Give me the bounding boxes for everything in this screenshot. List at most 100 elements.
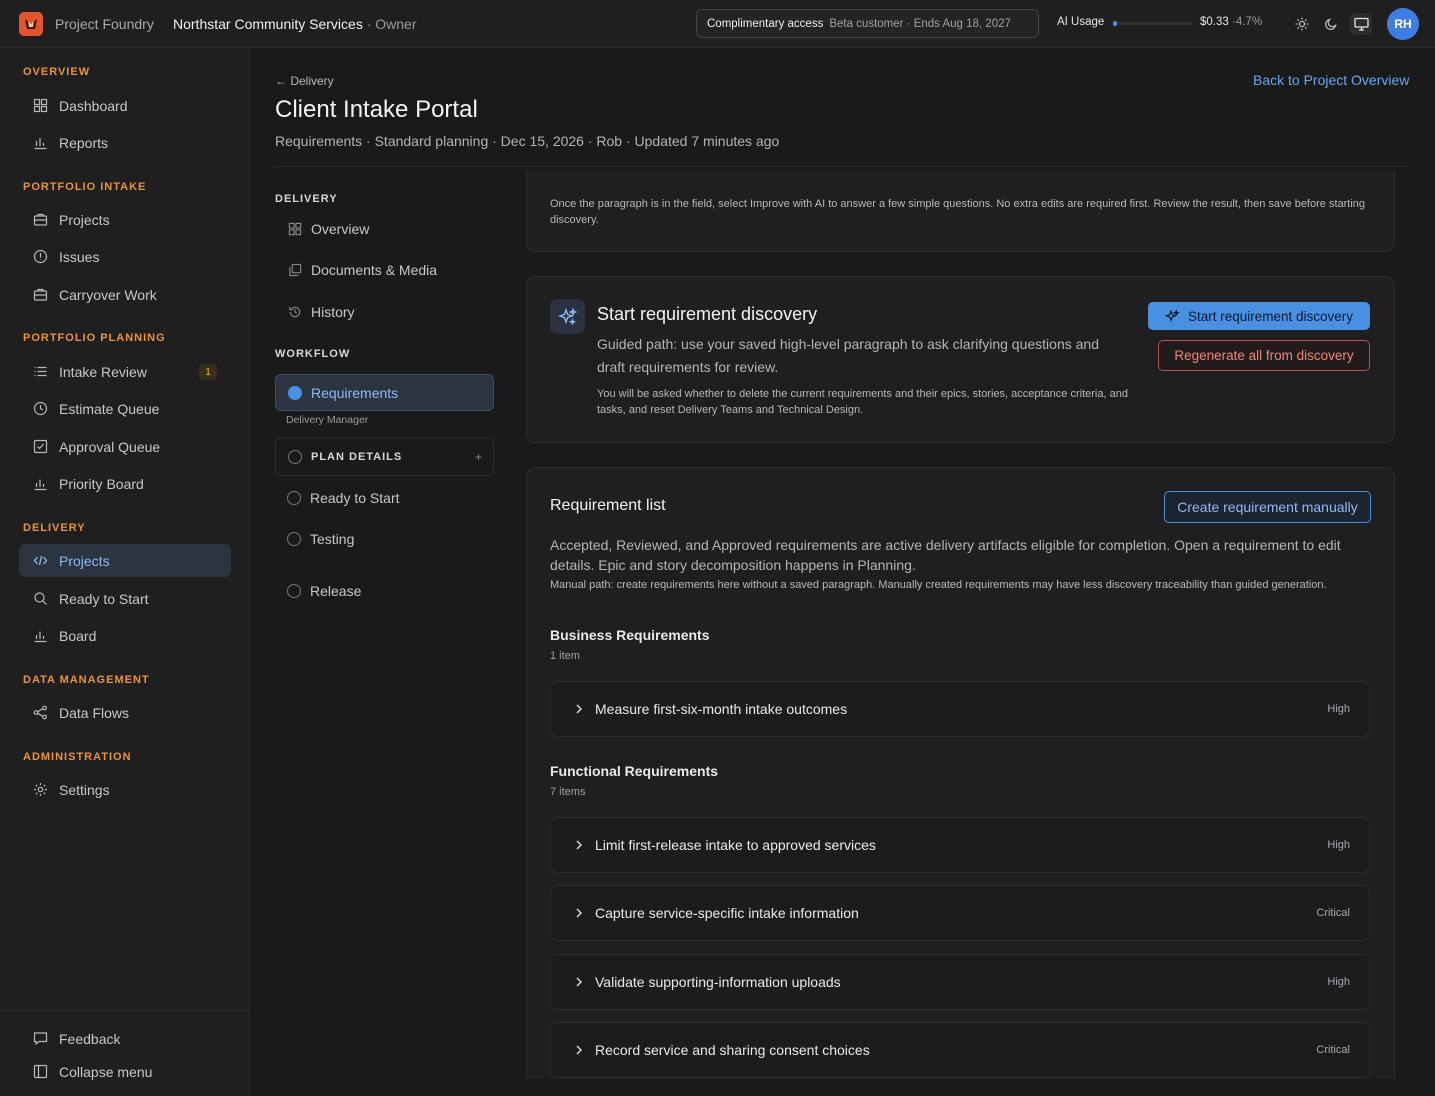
requirement-list-title: Requirement list (550, 497, 666, 514)
business-requirements-count: 1 item (550, 650, 580, 662)
brand-name[interactable]: Project Foundry (55, 16, 154, 32)
discovery-title: Start requirement discovery (597, 304, 818, 324)
sidebar-item-label: Data Flows (59, 704, 130, 721)
discovery-description: Guided path: use your saved high-level p… (597, 336, 1099, 375)
plan-details-group[interactable]: PLAN DETAILS + (275, 437, 494, 476)
list-icon (32, 364, 48, 380)
business-requirements-title: Business Requirements (550, 627, 710, 643)
ai-usage-bar (1113, 21, 1193, 26)
sidebar-item-dashboard[interactable]: Dashboard (19, 89, 231, 122)
functional-requirements-title: Functional Requirements (550, 763, 719, 779)
sidebar-item-delivery-projects[interactable]: Projects (19, 544, 231, 577)
sidebar-item-label: Dashboard (59, 97, 128, 114)
subnav-section-workflow: WORKFLOW (275, 348, 351, 360)
access-status-pill[interactable]: Complimentary access Beta customer · End… (696, 9, 1039, 38)
workflow-step-ready-to-start[interactable]: Ready to Start (287, 490, 400, 506)
user-avatar[interactable]: RH (1387, 8, 1419, 40)
sidebar-item-label: Issues (59, 248, 100, 265)
access-label: Complimentary access (707, 17, 824, 30)
access-detail: Beta customer · Ends Aug 18, 2027 (829, 17, 1011, 30)
info-circle-icon (32, 249, 48, 265)
start-discovery-button[interactable]: Start requirement discovery (1148, 302, 1370, 330)
subnav-item-overview[interactable]: Overview (287, 221, 369, 237)
sidebar-item-label: Ready to Start (59, 590, 149, 607)
chevron-right-icon (573, 975, 585, 989)
requirement-row[interactable]: Validate supporting-information uploads … (550, 954, 1370, 1010)
dark-theme-icon[interactable] (1320, 13, 1342, 35)
sidebar-item-settings[interactable]: Settings (19, 773, 231, 806)
documents-icon (287, 263, 302, 278)
section-portfolio-planning: PORTFOLIO PLANNING (23, 332, 166, 344)
requirement-priority: Critical (1316, 1044, 1350, 1056)
workflow-step-label: Testing (310, 531, 355, 547)
chevron-right-icon (573, 702, 585, 716)
step-ring-icon (287, 584, 301, 598)
sidebar-collapse-icon (32, 1064, 48, 1080)
sidebar-item-reports[interactable]: Reports (19, 126, 231, 159)
sidebar-item-intake-review[interactable]: Intake Review 1 (19, 355, 231, 388)
system-theme-icon[interactable] (1350, 13, 1372, 35)
light-theme-icon[interactable] (1291, 13, 1313, 35)
manual-path-note: Manual path: create requirements here wi… (550, 579, 1327, 591)
workflow-step-label: Release (310, 583, 362, 599)
requirement-row[interactable]: Measure first-six-month intake outcomes … (550, 681, 1370, 737)
section-data-management: DATA MANAGEMENT (23, 674, 150, 686)
sidebar-item-priority-board[interactable]: Priority Board (19, 467, 231, 500)
sidebar-item-label: Projects (59, 552, 110, 569)
scroll-clip (526, 1079, 1395, 1096)
org-role: · Owner (366, 16, 417, 32)
requirement-label: Record service and sharing consent choic… (595, 1042, 870, 1058)
checkbox-icon (32, 439, 48, 455)
subnav-item-history[interactable]: History (287, 304, 355, 320)
sidebar-item-ready-to-start[interactable]: Ready to Start (19, 582, 231, 615)
step-ring-icon (287, 491, 301, 505)
sidebar-item-approval-queue[interactable]: Approval Queue (19, 430, 231, 463)
requirement-priority: High (1327, 976, 1350, 988)
sidebar-item-label: Approval Queue (59, 438, 161, 455)
logo-icon[interactable] (19, 12, 43, 36)
ai-amount-value: $0.33 (1200, 16, 1229, 28)
back-to-overview-link[interactable]: Back to Project Overview (1253, 72, 1409, 88)
workflow-step-testing[interactable]: Testing (287, 531, 354, 547)
requirement-label: Measure first-six-month intake outcomes (595, 701, 848, 717)
sidebar-item-label: Carryover Work (59, 286, 157, 303)
requirement-row[interactable]: Limit first-release intake to approved s… (550, 817, 1370, 873)
page-title: Client Intake Portal (275, 96, 478, 123)
subnav-item-label: Documents & Media (311, 262, 438, 278)
section-administration: ADMINISTRATION (23, 751, 132, 763)
sidebar: OVERVIEW Dashboard Reports PORTFOLIO INT… (0, 48, 250, 1096)
sidebar-item-intake-projects[interactable]: Projects (19, 203, 231, 236)
sidebar-item-label: Reports (59, 134, 109, 151)
sidebar-item-board[interactable]: Board (19, 619, 231, 652)
workflow-step-requirements[interactable]: Requirements (275, 374, 494, 411)
collapse-menu-button[interactable]: Collapse menu (19, 1055, 231, 1088)
subnav-item-documents-media[interactable]: Documents & Media (287, 262, 437, 278)
ai-percent-value: 4.7% (1235, 16, 1263, 28)
chevron-right-icon (573, 1043, 585, 1057)
sidebar-item-carryover-work[interactable]: Carryover Work (19, 278, 231, 311)
ai-usage-amount: $0.33 ·4.7% (1200, 16, 1263, 28)
code-icon (32, 553, 48, 569)
breadcrumb-delivery[interactable]: ← Delivery (275, 74, 334, 88)
sidebar-item-issues[interactable]: Issues (19, 240, 231, 273)
step-ring-icon (288, 449, 302, 464)
sparkle-icon (1164, 308, 1180, 324)
expand-plus-icon[interactable]: + (475, 450, 483, 464)
sidebar-item-data-flows[interactable]: Data Flows (19, 696, 231, 729)
chat-bubble-icon (32, 1031, 48, 1047)
org-switcher[interactable]: Northstar Community Services · Owner (173, 16, 417, 32)
workflow-step-release[interactable]: Release (287, 583, 361, 599)
org-name: Northstar Community Services (173, 16, 363, 32)
feedback-button[interactable]: Feedback (19, 1022, 231, 1055)
grid-icon (32, 98, 48, 114)
requirement-priority: High (1327, 839, 1350, 851)
regenerate-all-button[interactable]: Regenerate all from discovery (1158, 340, 1370, 371)
sidebar-item-label: Intake Review (59, 363, 147, 380)
sidebar-footer-divider (0, 1010, 250, 1011)
sidebar-item-label: Board (59, 627, 97, 644)
discovery-warning: You will be asked whether to delete the … (597, 388, 1128, 416)
requirement-row[interactable]: Record service and sharing consent choic… (550, 1022, 1370, 1078)
create-requirement-button[interactable]: Create requirement manually (1164, 491, 1371, 523)
sidebar-item-estimate-queue[interactable]: Estimate Queue (19, 392, 231, 425)
requirement-row[interactable]: Capture service-specific intake informat… (550, 885, 1370, 941)
